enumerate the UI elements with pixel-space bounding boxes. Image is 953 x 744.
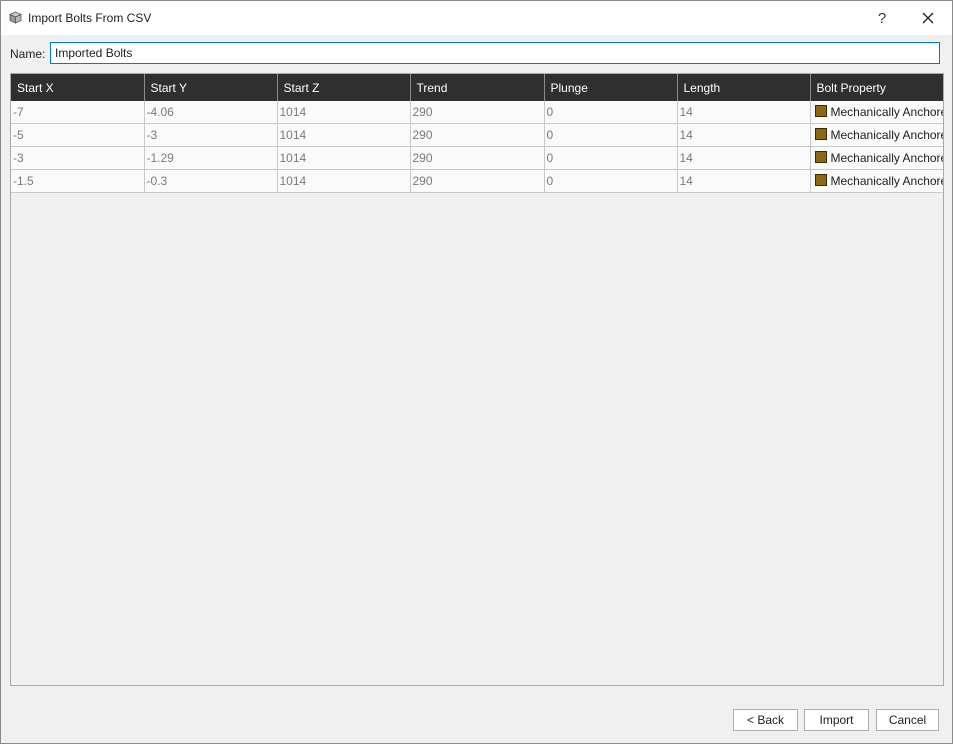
- bolt-property-cell[interactable]: Mechanically Anchored: [810, 146, 943, 170]
- color-swatch-icon: [814, 174, 827, 186]
- grid-cell-plunge[interactable]: 0: [544, 123, 678, 147]
- grid-cell-trend[interactable]: 290: [410, 101, 545, 124]
- bolts-table: Start X Start Y Start Z Trend Plunge Length Bo…: [11, 74, 943, 193]
- grid-cell-trend[interactable]: 290: [410, 123, 545, 147]
- grid-body: -7 -4.06 1014 290 0 14 Mechanically Anchored -5…: [11, 101, 943, 193]
- bolts-grid: Start X Start Y Start Z Trend Plunge Length Bo…: [10, 73, 944, 686]
- grid-cell-plunge[interactable]: 0: [544, 146, 678, 170]
- close-icon: [922, 12, 934, 24]
- import-button[interactable]: Import: [804, 709, 869, 731]
- cube-icon: [9, 11, 22, 24]
- window-title: Import Bolts From CSV: [28, 11, 152, 25]
- column-header-trend[interactable]: Trend: [410, 74, 545, 101]
- grid-cell-start-y[interactable]: -3: [144, 123, 278, 147]
- name-input[interactable]: [50, 42, 940, 64]
- bolt-property-label: Mechanically Anchored: [830, 105, 943, 119]
- table-row[interactable]: -5 -3 1014 290 0 14 Mechanically Anchored: [11, 123, 943, 147]
- column-header-start-y[interactable]: Start Y: [144, 74, 278, 101]
- column-header-start-z[interactable]: Start Z: [277, 74, 411, 101]
- grid-cell-start-x[interactable]: -5: [11, 123, 145, 147]
- grid-cell-length[interactable]: 14: [677, 123, 811, 147]
- bolt-property-cell[interactable]: Mechanically Anchored: [810, 123, 943, 147]
- back-button[interactable]: < Back: [733, 709, 798, 731]
- grid-cell-trend[interactable]: 290: [410, 169, 545, 193]
- grid-cell-start-y[interactable]: -1.29: [144, 146, 278, 170]
- column-header-plunge[interactable]: Plunge: [544, 74, 678, 101]
- grid-header-row: Start X Start Y Start Z Trend Plunge Length Bo…: [11, 74, 943, 101]
- grid-cell-plunge[interactable]: 0: [544, 101, 678, 124]
- title-bar: Import Bolts From CSV ?: [1, 1, 952, 35]
- grid-cell-start-z[interactable]: 1014: [277, 146, 411, 170]
- table-row[interactable]: -7 -4.06 1014 290 0 14 Mechanically Anchored: [11, 101, 943, 124]
- column-header-length[interactable]: Length: [677, 74, 811, 101]
- color-swatch-icon: [814, 151, 827, 163]
- table-row[interactable]: -1.5 -0.3 1014 290 0 14 Mechanically Anchored: [11, 169, 943, 193]
- color-swatch-icon: [814, 105, 827, 117]
- bolt-property-label: Mechanically Anchored: [830, 128, 943, 142]
- help-icon: ?: [877, 9, 887, 27]
- cancel-button[interactable]: Cancel: [876, 709, 939, 731]
- name-label: Name:: [10, 47, 46, 61]
- name-row: Name:: [1, 41, 952, 67]
- bolt-property-cell[interactable]: Mechanically Anchored: [810, 169, 943, 193]
- grid-cell-start-y[interactable]: -4.06: [144, 101, 278, 124]
- grid-cell-trend[interactable]: 290: [410, 146, 545, 170]
- color-swatch-icon: [814, 128, 827, 140]
- bolt-property-label: Mechanically Anchored: [830, 151, 943, 165]
- import-bolts-dialog: Import Bolts From CSV ? Name: Start XSta…: [0, 0, 953, 744]
- bolt-property-label: Mechanically Anchored: [830, 174, 943, 188]
- column-header-start-x[interactable]: Start X: [11, 74, 145, 101]
- help-button[interactable]: ?: [859, 1, 905, 35]
- column-header-bolt-property[interactable]: Bolt Property: [810, 74, 943, 101]
- grid-cell-length[interactable]: 14: [677, 169, 811, 193]
- grid-cell-start-x[interactable]: -1.5: [11, 169, 145, 193]
- table-row[interactable]: -3 -1.29 1014 290 0 14 Mechanically Anchored: [11, 146, 943, 170]
- grid-cell-start-y[interactable]: -0.3: [144, 169, 278, 193]
- grid-cell-start-z[interactable]: 1014: [277, 169, 411, 193]
- bolt-property-cell[interactable]: Mechanically Anchored: [810, 101, 943, 124]
- grid-cell-start-z[interactable]: 1014: [277, 123, 411, 147]
- close-button[interactable]: [905, 1, 951, 35]
- grid-cell-length[interactable]: 14: [677, 101, 811, 124]
- grid-cell-length[interactable]: 14: [677, 146, 811, 170]
- grid-cell-start-z[interactable]: 1014: [277, 101, 411, 124]
- grid-cell-start-x[interactable]: -7: [11, 101, 145, 124]
- grid-cell-plunge[interactable]: 0: [544, 169, 678, 193]
- grid-cell-start-x[interactable]: -3: [11, 146, 145, 170]
